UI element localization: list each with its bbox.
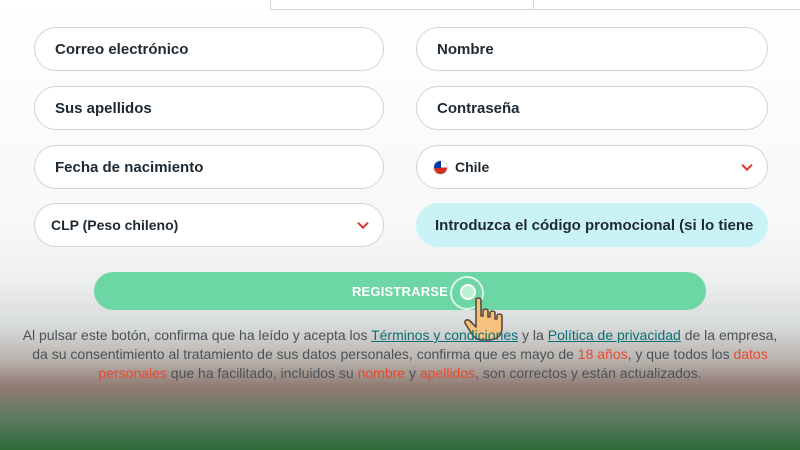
legal-text: , son correctos y están actualizados.	[475, 365, 702, 381]
legal-text: Al pulsar este botón, confirma que ha le…	[22, 327, 372, 343]
currency-select[interactable]: CLP (Peso chileno)	[34, 203, 384, 247]
currency-value: CLP (Peso chileno)	[51, 217, 179, 233]
privacy-policy-link[interactable]: Política de privacidad	[548, 327, 681, 343]
surname-highlight: apellidos	[419, 365, 476, 381]
password-placeholder: Contraseña	[437, 99, 520, 117]
legal-text: que ha facilitado, incluidos su	[166, 365, 358, 381]
legal-text: y	[405, 365, 420, 381]
tab-divider	[533, 0, 534, 10]
age-highlight: 18 años	[577, 346, 628, 362]
name-field[interactable]: Nombre	[416, 27, 768, 71]
password-field[interactable]: Contraseña	[416, 86, 768, 130]
chile-flag-icon	[433, 159, 448, 175]
country-select[interactable]: Chile	[416, 145, 768, 189]
register-button[interactable]: REGISTRARSE	[94, 272, 706, 310]
chevron-down-icon	[357, 217, 369, 230]
country-value: Chile	[455, 159, 490, 175]
email-field[interactable]: Correo electrónico	[34, 27, 384, 71]
top-tab-strip	[270, 0, 800, 10]
legal-text: y la	[518, 327, 548, 343]
email-placeholder: Correo electrónico	[55, 40, 189, 58]
promo-code-field[interactable]: Introduzca el código promocional (si lo …	[416, 203, 768, 247]
surname-field[interactable]: Sus apellidos	[34, 86, 384, 130]
birthdate-placeholder: Fecha de nacimiento	[55, 158, 204, 176]
name-highlight: nombre	[357, 365, 406, 381]
register-button-label: REGISTRARSE	[351, 283, 449, 299]
legal-text: , y que todos los	[627, 346, 734, 362]
legal-disclaimer: Al pulsar este botón, confirma que ha le…	[20, 326, 780, 383]
promo-placeholder: Introduzca el código promocional (si lo …	[435, 216, 754, 234]
name-placeholder: Nombre	[437, 40, 494, 58]
surname-placeholder: Sus apellidos	[55, 99, 152, 117]
birthdate-field[interactable]: Fecha de nacimiento	[34, 145, 384, 189]
terms-link[interactable]: Términos y condiciones	[371, 327, 518, 343]
chevron-down-icon	[741, 159, 753, 172]
